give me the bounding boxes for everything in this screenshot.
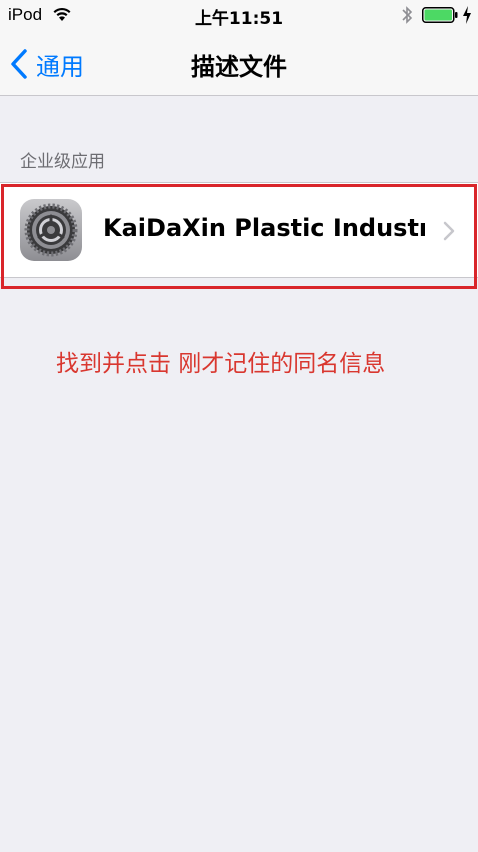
bluetooth-icon [402, 6, 413, 24]
profile-name-label: KaiDaXin Plastic Industry... [103, 214, 425, 242]
instruction-annotation: 找到并点击 刚才记住的同名信息 [56, 351, 386, 377]
navigation-bar: 通用 描述文件 [0, 32, 478, 96]
chevron-right-icon [443, 221, 455, 241]
profile-list-item[interactable]: KaiDaXin Plastic Industry... [0, 182, 478, 278]
status-bar: iPod 上午11:51 [0, 0, 478, 32]
page-title: 描述文件 [191, 53, 287, 81]
section-header: 企业级应用 [20, 152, 105, 172]
charging-icon [463, 6, 471, 24]
battery-icon [422, 7, 458, 23]
settings-gear-icon [20, 199, 82, 261]
